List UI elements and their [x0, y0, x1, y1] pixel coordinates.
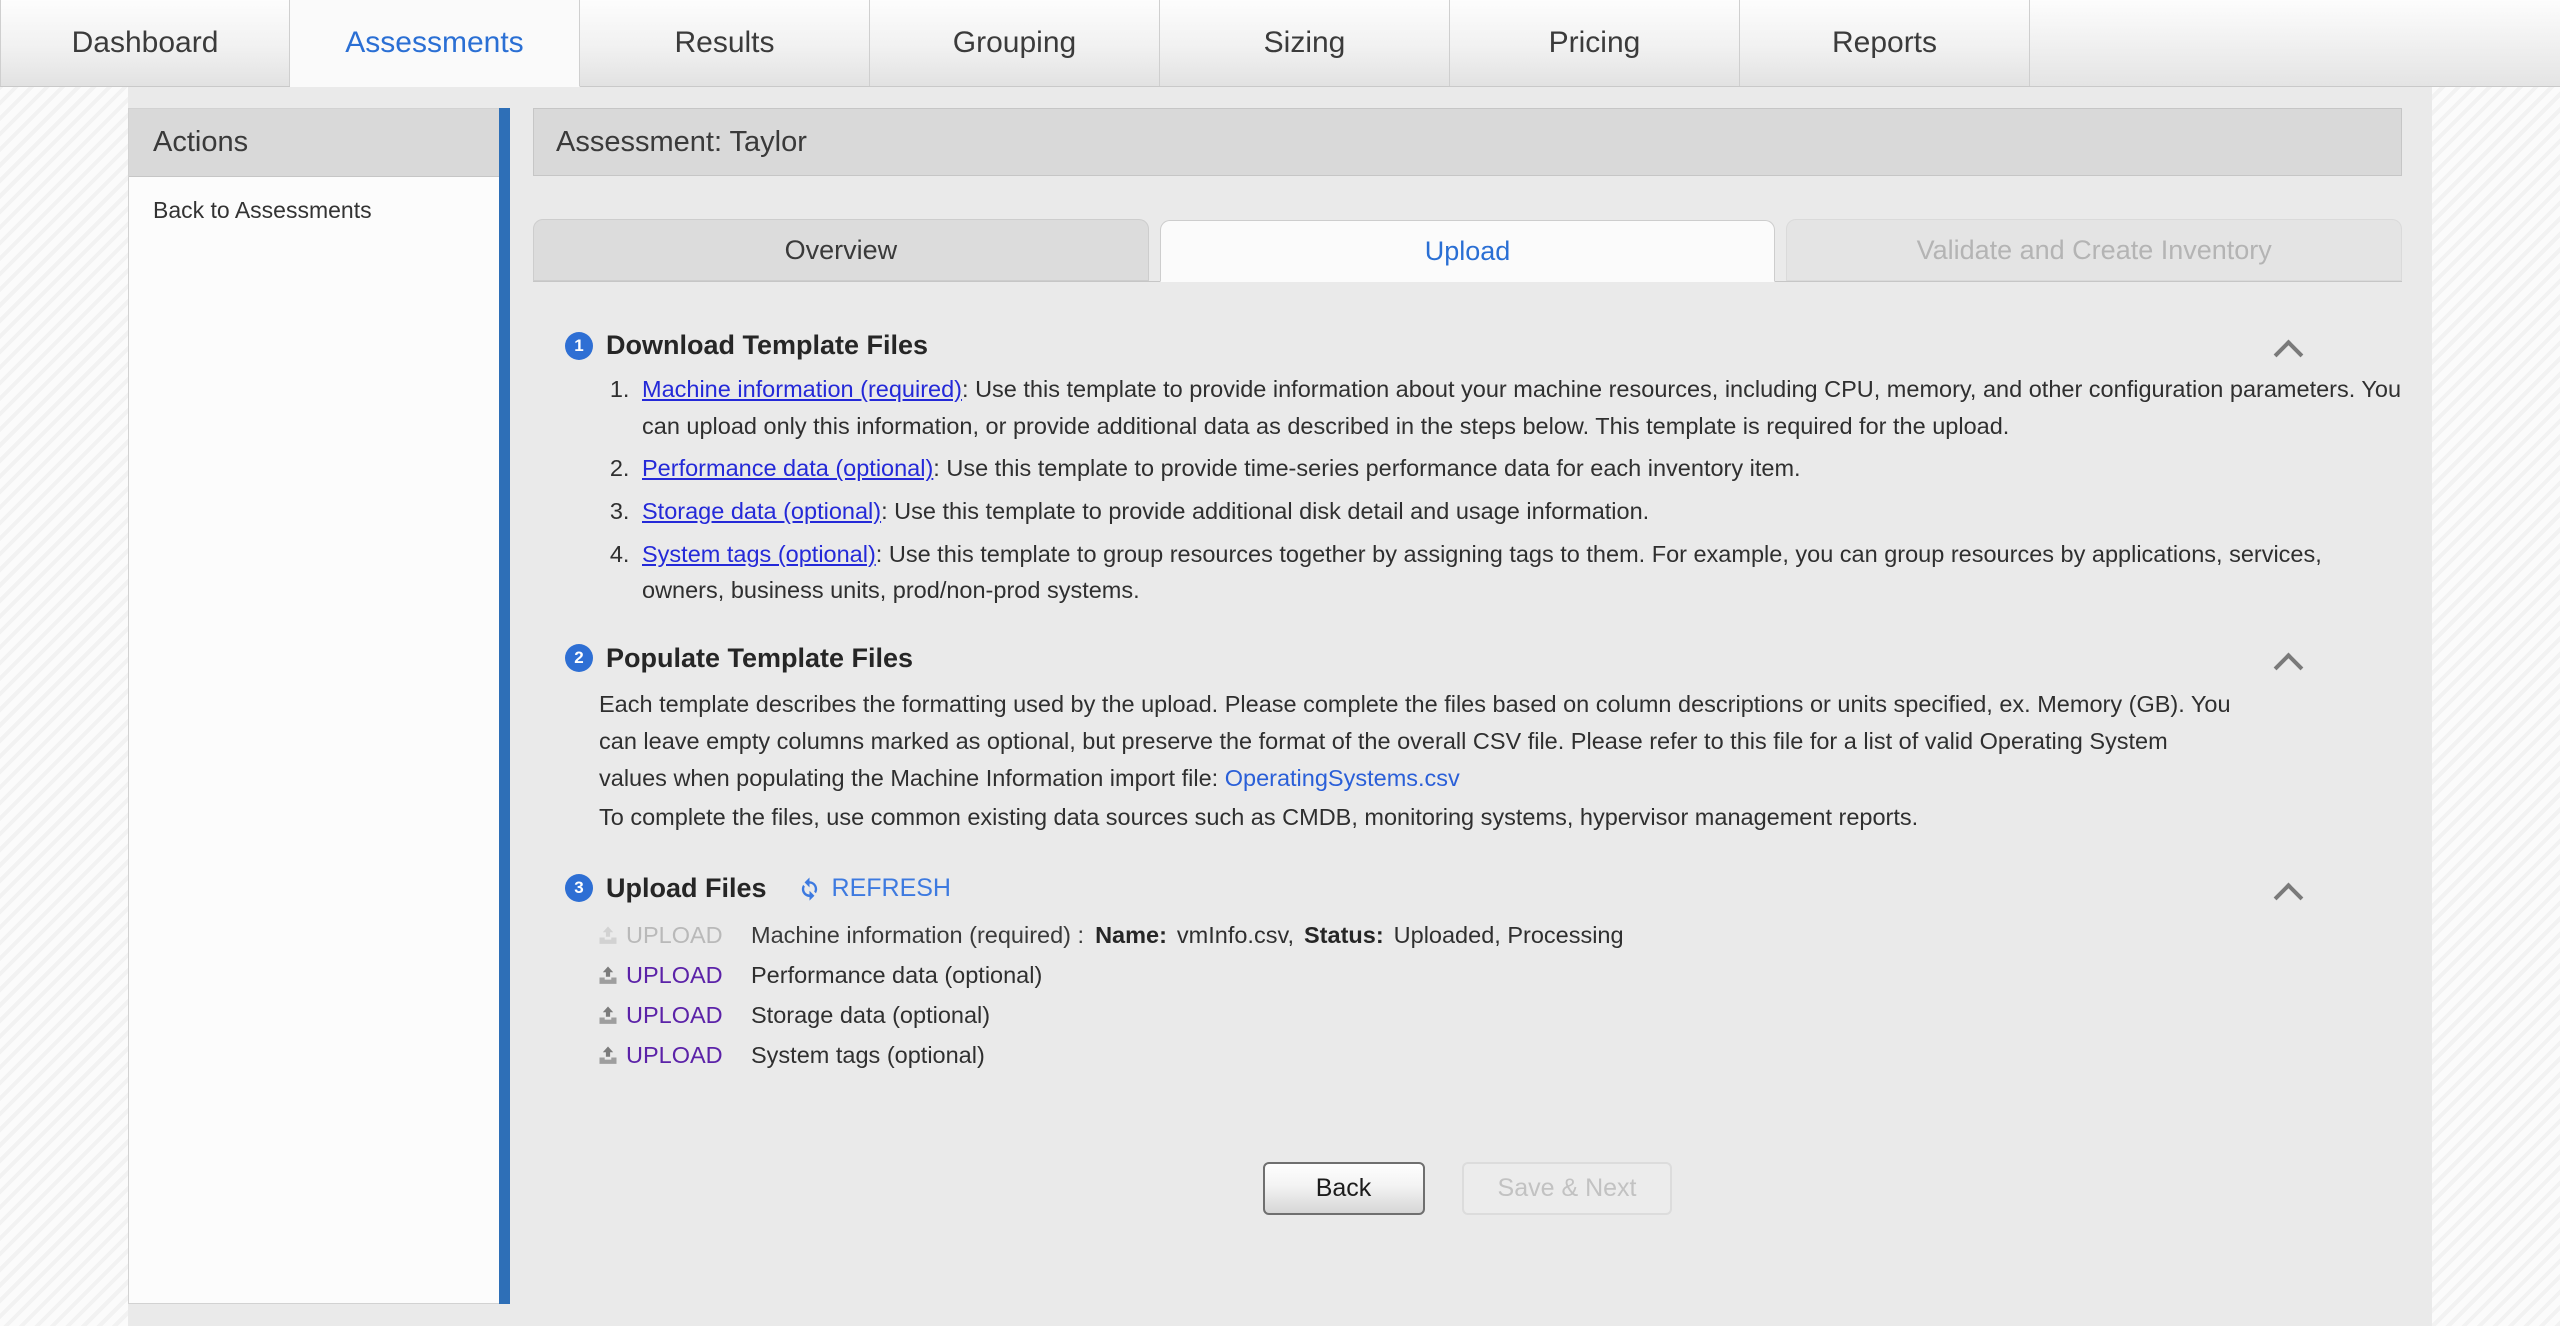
file-name-value: vmInfo.csv,: [1176, 922, 1294, 949]
tab-validate-and-create-inventory: Validate and Create Inventory: [1786, 219, 2403, 281]
upload-button-storage-data[interactable]: UPLOAD: [596, 1002, 751, 1029]
chevron-up-icon[interactable]: [2276, 879, 2302, 905]
sidebar-item-label: Back to Assessments: [153, 197, 372, 223]
upload-row-description: System tags (optional): [751, 1042, 985, 1069]
list-item-text: : Use this template to provide time-seri…: [933, 455, 1801, 482]
page-container: Actions Back to Assessments Assessment: …: [128, 87, 2432, 1326]
step-upload-files: 3 Upload Files REFRESH UPLOAD Machine in…: [533, 873, 2402, 1076]
tab-label: Upload: [1424, 235, 1511, 266]
upload-row-description: Storage data (optional): [751, 1002, 991, 1029]
nav-tab-label: Reports: [1831, 26, 1938, 59]
step1-title: Download Template Files: [606, 330, 929, 360]
step-number-badge: 2: [565, 644, 593, 673]
sidebar-accent-bar: [499, 108, 510, 1304]
upload-label: UPLOAD: [626, 962, 723, 989]
step-number-badge: 1: [565, 331, 593, 360]
list-item: System tags (optional): Use this templat…: [636, 536, 2402, 609]
upload-row-machine-information: UPLOAD Machine information (required) : …: [596, 916, 2402, 956]
tab-label: Overview: [784, 234, 898, 265]
back-button[interactable]: Back: [1262, 1161, 1425, 1215]
page-title: Assessment: Taylor: [533, 108, 2402, 176]
template-link-storage-data[interactable]: Storage data (optional): [642, 498, 881, 524]
template-file-list: Machine information (required) : Use this…: [533, 371, 2402, 609]
list-item: Machine information (required): Use this…: [636, 371, 2402, 444]
upload-label: UPLOAD: [626, 1042, 723, 1069]
tab-upload[interactable]: Upload: [1159, 220, 1776, 282]
file-name-key: Name:: [1095, 922, 1167, 949]
operating-systems-csv-link[interactable]: OperatingSystems.csv: [1225, 765, 1460, 791]
step-populate-template-files: 2 Populate Template Files Each template …: [533, 643, 2402, 835]
step3-header: 3 Upload Files REFRESH: [533, 873, 2402, 904]
upload-label: UPLOAD: [626, 922, 723, 949]
upload-step-content: 1 Download Template Files Machine inform…: [533, 282, 2402, 1215]
actions-sidebar: Actions Back to Assessments: [128, 108, 499, 1304]
nav-tab-label: Grouping: [952, 26, 1077, 59]
upload-file-rows: UPLOAD Machine information (required) : …: [533, 916, 2402, 1076]
template-link-system-tags[interactable]: System tags (optional): [642, 541, 876, 567]
step2-paragraph-secondary: To complete the files, use common existi…: [599, 803, 1919, 830]
template-link-machine-information[interactable]: Machine information (required): [642, 376, 962, 402]
nav-tab-label: Sizing: [1263, 26, 1346, 59]
nav-tab-assessments[interactable]: Assessments: [290, 0, 580, 87]
step-number-badge: 3: [565, 874, 593, 903]
sidebar-header: Actions: [129, 109, 499, 177]
step2-paragraph: Each template describes the formatting u…: [533, 686, 2402, 797]
upload-icon: [599, 966, 617, 984]
step2-title: Populate Template Files: [606, 642, 914, 673]
nav-tab-grouping[interactable]: Grouping: [870, 0, 1160, 86]
upload-row-storage-data: UPLOAD Storage data (optional): [596, 996, 2402, 1036]
upload-row-description: Machine information (required) :: [751, 922, 1085, 949]
nav-tab-label: Dashboard: [71, 26, 219, 59]
nav-tab-dashboard[interactable]: Dashboard: [0, 0, 290, 86]
tab-label: Validate and Create Inventory: [1916, 234, 2272, 265]
upload-button-performance-data[interactable]: UPLOAD: [596, 962, 751, 989]
refresh-icon: [801, 877, 817, 901]
step2-header: 2 Populate Template Files: [533, 643, 2402, 674]
assessment-title-text: Assessment: Taylor: [556, 125, 807, 158]
file-status-key: Status:: [1304, 922, 1384, 949]
refresh-button[interactable]: REFRESH: [796, 874, 951, 903]
nav-tab-label: Pricing: [1548, 26, 1641, 59]
list-item-text: : Use this template to provide additiona…: [881, 497, 1650, 524]
sidebar-item-back-to-assessments[interactable]: Back to Assessments: [129, 177, 499, 224]
save-and-next-button-label: Save & Next: [1497, 1173, 1637, 1202]
chevron-up-icon[interactable]: [2276, 649, 2302, 675]
status-badge: Uploaded, Processing: [1393, 922, 1624, 949]
refresh-label: REFRESH: [831, 873, 951, 902]
wizard-tabs: Overview Upload Validate and Create Inve…: [533, 218, 2403, 282]
back-button-label: Back: [1315, 1173, 1372, 1202]
nav-tab-results[interactable]: Results: [580, 0, 870, 86]
upload-row-system-tags: UPLOAD System tags (optional): [596, 1036, 2402, 1076]
tab-overview[interactable]: Overview: [533, 219, 1149, 281]
wizard-footer-buttons: Back Save & Next: [533, 1161, 2402, 1215]
upload-icon: [599, 1006, 617, 1024]
upload-label: UPLOAD: [626, 1002, 723, 1029]
list-item: Storage data (optional): Use this templa…: [636, 493, 2402, 530]
save-and-next-button: Save & Next: [1461, 1161, 1673, 1215]
nav-tab-sizing[interactable]: Sizing: [1160, 0, 1450, 86]
chevron-up-icon[interactable]: [2276, 336, 2302, 362]
upload-row-performance-data: UPLOAD Performance data (optional): [596, 956, 2402, 996]
upload-icon: [599, 926, 617, 944]
main-navigation-bar: Dashboard Assessments Results Grouping S…: [0, 0, 2560, 87]
upload-button-machine-information: UPLOAD: [596, 922, 751, 949]
upload-row-description: Performance data (optional): [751, 962, 1043, 989]
main-content-column: Assessment: Taylor Overview Upload Valid…: [533, 108, 2403, 1304]
step3-title: Upload Files: [606, 872, 767, 903]
nav-tab-label: Assessments: [345, 26, 524, 59]
nav-filler: [2030, 0, 2560, 86]
upload-icon: [599, 1046, 617, 1064]
upload-button-system-tags[interactable]: UPLOAD: [596, 1042, 751, 1069]
nav-tab-reports[interactable]: Reports: [1740, 0, 2030, 86]
list-item-text: : Use this template to group resources t…: [642, 540, 2322, 604]
nav-tab-pricing[interactable]: Pricing: [1450, 0, 1740, 86]
list-item: Performance data (optional): Use this te…: [636, 450, 2402, 487]
nav-tab-label: Results: [674, 26, 775, 59]
step-download-template-files: 1 Download Template Files Machine inform…: [533, 330, 2402, 609]
template-link-performance-data[interactable]: Performance data (optional): [642, 455, 933, 481]
sidebar-title: Actions: [153, 126, 249, 158]
step1-header: 1 Download Template Files: [533, 330, 2402, 361]
